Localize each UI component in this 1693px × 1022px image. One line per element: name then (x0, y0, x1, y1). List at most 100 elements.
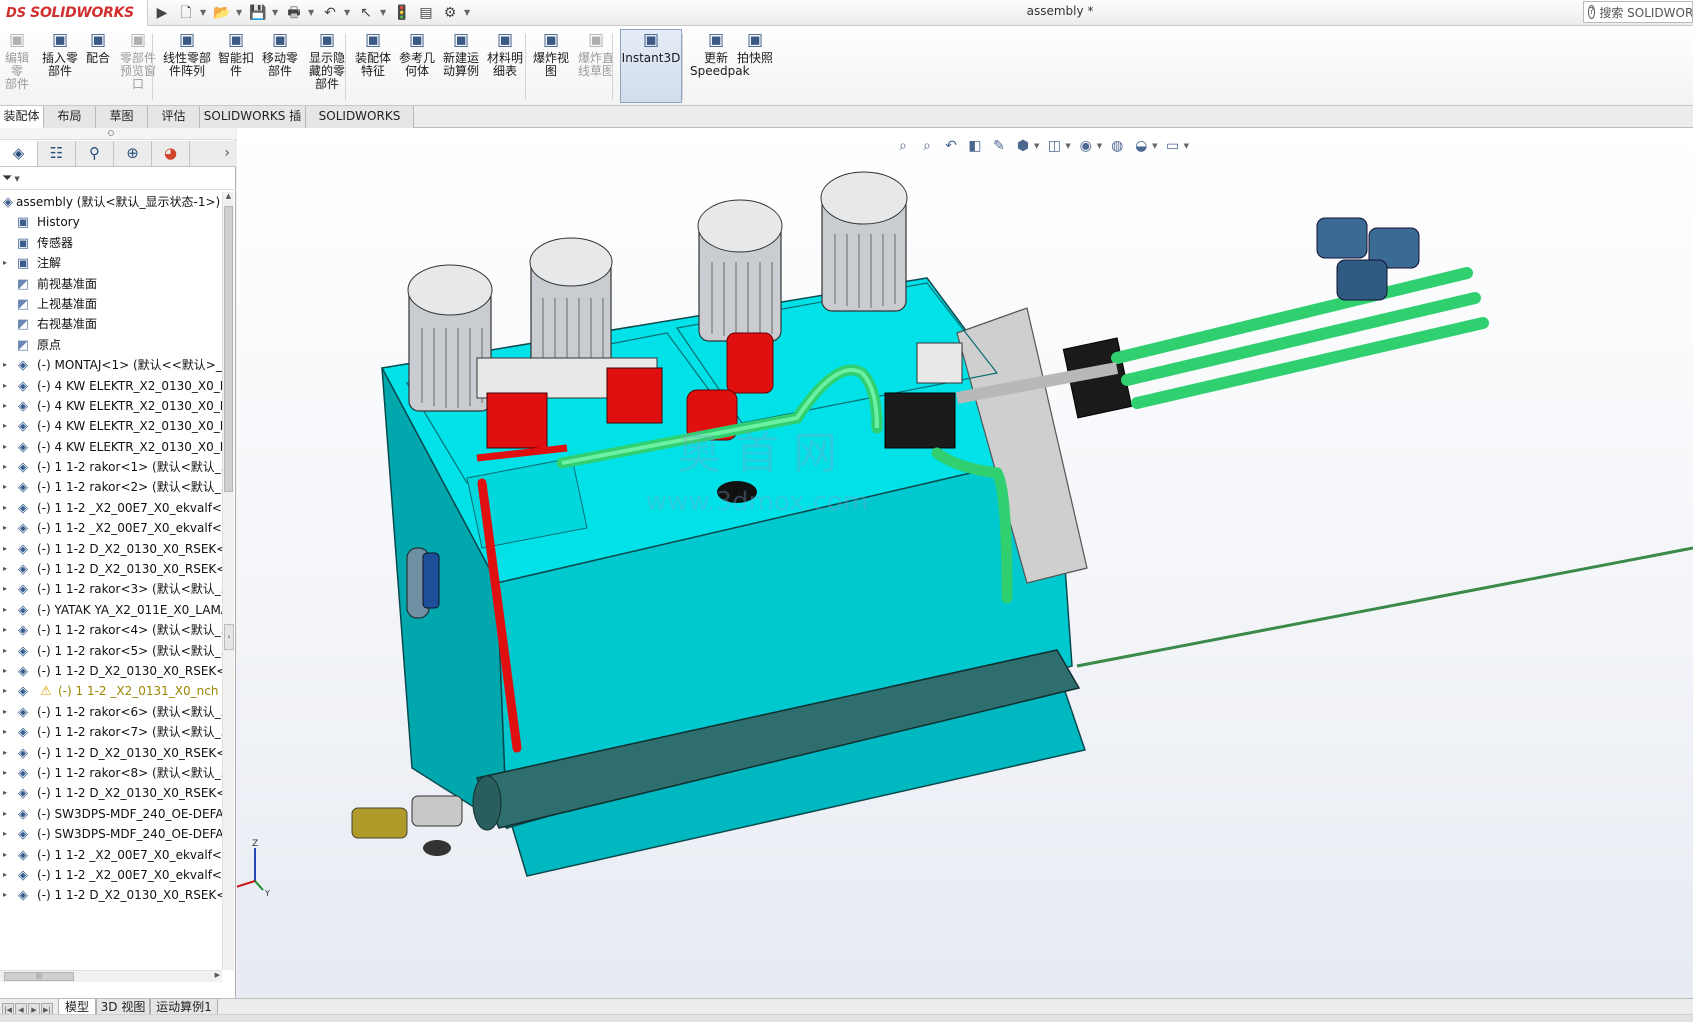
expand-arrow-icon[interactable]: ▸ (0, 804, 10, 824)
options-gear-icon[interactable]: ⚙ (440, 3, 460, 23)
expand-arrow-icon[interactable]: ▸ (0, 620, 10, 640)
expand-arrow-icon[interactable]: ▸ (0, 681, 10, 701)
expand-arrow-icon[interactable]: ▸ (0, 437, 10, 457)
expand-arrow-icon[interactable]: ▸ (0, 355, 10, 375)
ribbon-button-2[interactable]: ▣ 配合 (82, 30, 114, 65)
ribbon-button-1[interactable]: ▣ 插入零 部件 (40, 30, 80, 78)
expand-arrow-icon[interactable]: ▸ (0, 498, 10, 518)
open-folder-icon[interactable]: 📂 (212, 3, 232, 23)
solidworks-logo[interactable]: DS SOLIDWORKS (0, 0, 148, 26)
ribbon-button-10[interactable]: ▣ 新建运 动算例 (440, 30, 482, 78)
expand-arrow-icon[interactable]: ▸ (0, 824, 10, 844)
expand-arrow-icon[interactable]: ▸ (0, 253, 10, 273)
tree-item[interactable]: ▸ ◈ (-) SW3DPS-MDF_240_OE-DEFA (0, 804, 222, 824)
scrollbar-thumb[interactable] (224, 206, 233, 492)
ribbon-button-16[interactable]: ▣ 拍快照 (735, 30, 775, 65)
expand-arrow-icon[interactable]: ▸ (0, 376, 10, 396)
tree-filter[interactable]: ⏷ ▼ (0, 168, 236, 190)
scroll-up-icon[interactable]: ▲ (223, 192, 234, 204)
tree-item[interactable]: ▸ ◈ (-) 1 1-2 rakor<3> (默认<默认_5 (0, 579, 222, 599)
graphics-area[interactable]: ⌕ ⌕ ↶ ◧ ✎ ⬢ ▼ ◫ ▼ ◉ ▼ ◍ ◒ ▼ ▭ ▼ 奥 首 网 ww… (237, 128, 1693, 998)
ribbon-button-8[interactable]: ▣ 装配体 特征 (352, 30, 394, 78)
featuremanager-tab-icon[interactable]: ◈ (0, 141, 38, 166)
new-dropdown-icon[interactable]: ▼ (200, 3, 208, 23)
displaymanager-tab-icon[interactable]: ◕ (152, 141, 190, 166)
expand-arrow-icon[interactable]: ▸ (0, 783, 10, 803)
tree-item[interactable]: ▸ ◈ (-) 1 1-2 _X2_00E7_X0_ekvalf<1: (0, 498, 222, 518)
ribbon-button-14[interactable]: ▣ Instant3D (620, 29, 682, 103)
tree-item[interactable]: ◩ 原点 (0, 335, 222, 355)
assembly-3d-model[interactable]: 奥 首 网 www.3dmox.com (237, 128, 1693, 998)
tab-1[interactable]: 布局 (44, 106, 96, 128)
tree-vertical-scrollbar[interactable]: ▲ (222, 192, 234, 970)
tree-item[interactable]: ▸ ▣ 注解 (0, 253, 222, 273)
tree-item[interactable]: ▸ ◈ (-) 1 1-2 D_X2_0130_X0_RSEK<2 (0, 559, 222, 579)
expand-arrow-icon[interactable]: ▸ (0, 396, 10, 416)
ribbon-button-12[interactable]: ▣ 爆炸视图 (530, 30, 572, 78)
tree-item[interactable]: ▸ ◈ (-) 1 1-2 rakor<2> (默认<默认_5 (0, 477, 222, 497)
tree-item[interactable]: ▸ ◈ (-) SW3DPS-MDF_240_OE-DEFA (0, 824, 222, 844)
tree-item[interactable]: ◩ 前视基准面 (0, 274, 222, 294)
ribbon-button-5[interactable]: ▣ 智能扣件 (216, 30, 256, 78)
expand-arrow-icon[interactable]: ▸ (0, 579, 10, 599)
expand-arrow-icon[interactable]: ▸ (0, 641, 10, 661)
tree-horizontal-scrollbar[interactable]: ||| ▶ (0, 970, 222, 982)
rebuild-traffic-light-icon[interactable]: 🚦 (392, 3, 412, 23)
options-dropdown-icon[interactable]: ▼ (464, 3, 472, 23)
tree-item[interactable]: ▸ ◈ (-) 1 1-2 rakor<6> (默认<默认_5 (0, 702, 222, 722)
tree-item[interactable]: ▸ ◈ (-) MONTAJ<1> (默认<<默认>_ (0, 355, 222, 375)
hscroll-thumb[interactable]: ||| (4, 972, 74, 981)
expand-arrow-icon[interactable]: ▸ (0, 661, 10, 681)
new-document-icon[interactable]: 🗋 (176, 3, 196, 23)
expand-arrow-icon[interactable]: ▸ (0, 845, 10, 865)
save-dropdown-icon[interactable]: ▼ (272, 3, 280, 23)
save-icon[interactable]: 💾 (248, 3, 268, 23)
configurationmanager-tab-icon[interactable]: ⚲ (76, 141, 114, 166)
tree-item[interactable]: ▸ ◈ (-) 1 1-2 _X2_00E7_X0_ekvalf<2: (0, 518, 222, 538)
dimxpertmanager-tab-icon[interactable]: ⊕ (114, 141, 152, 166)
propertymanager-tab-icon[interactable]: ☷ (38, 141, 76, 166)
ribbon-button-9[interactable]: ▣ 参考几 何体 (396, 30, 438, 78)
tree-item[interactable]: ▸ ◈ (-) 1 1-2 rakor<1> (默认<默认_5 (0, 457, 222, 477)
tree-item[interactable]: ▸ ◈ (-) 1 1-2 D_X2_0130_X0_RSEK<3 (0, 661, 222, 681)
tab-3[interactable]: 评估 (148, 106, 200, 128)
panel-collapse-handle[interactable]: ‹ (224, 624, 234, 650)
tree-item[interactable]: ▸ ◈ (-) 1 1-2 _X2_00E7_X0_ekvalf<3: (0, 845, 222, 865)
expand-menu-icon[interactable]: ▶ (152, 3, 172, 23)
undo-icon[interactable]: ↶ (320, 3, 340, 23)
expand-arrow-icon[interactable]: ▸ (0, 743, 10, 763)
print-dropdown-icon[interactable]: ▼ (308, 3, 316, 23)
tree-item[interactable]: ▸ ◈ (-) 4 KW ELEKTR_X2_0130_X0_K (0, 396, 222, 416)
tree-item[interactable]: ◩ 上视基准面 (0, 294, 222, 314)
expand-arrow-icon[interactable]: ▸ (0, 539, 10, 559)
tree-root-assembly[interactable]: ◈ assembly (默认<默认_显示状态-1>) (0, 192, 222, 212)
expand-arrow-icon[interactable]: ▸ (0, 600, 10, 620)
tab-2[interactable]: 草图 (96, 106, 148, 128)
tree-item[interactable]: ▸ ◈ (-) 1 1-2 rakor<4> (默认<默认_5 (0, 620, 222, 640)
tree-item[interactable]: ▸ ◈ (-) 1 1-2 rakor<7> (默认<默认_5 (0, 722, 222, 742)
tree-item[interactable]: ▣ 传感器 (0, 233, 222, 253)
tree-item[interactable]: ▸ ◈ (-) 1 1-2 D_X2_0130_X0_RSEK<1 (0, 539, 222, 559)
print-icon[interactable]: 🖶 (284, 3, 304, 23)
expand-arrow-icon[interactable]: ▸ (0, 865, 10, 885)
select-pointer-icon[interactable]: ↖ (356, 3, 376, 23)
ribbon-button-13[interactable]: ▣ 爆炸直 线草图 (575, 30, 617, 78)
tree-item[interactable]: ◩ 右视基准面 (0, 314, 222, 334)
help-search[interactable]: ? 搜索 SOLIDWORKS (1583, 1, 1693, 23)
ribbon-button-0[interactable]: ▣ 编辑零 部件 (0, 30, 34, 91)
chevron-right-icon[interactable]: › (224, 141, 230, 166)
expand-arrow-icon[interactable]: ▸ (0, 702, 10, 722)
panel-splitter[interactable] (0, 128, 236, 140)
tree-item[interactable]: ▸ ◈ (-) 1 1-2 rakor<5> (默认<默认_5 (0, 641, 222, 661)
expand-arrow-icon[interactable]: ▸ (0, 518, 10, 538)
scroll-right-icon[interactable]: ▶ (215, 971, 220, 979)
tree-item[interactable]: ▸ ◈ (-) 1 1-2 D_X2_0130_X0_RSEK<4 (0, 743, 222, 763)
tree-item[interactable]: ▸ ◈ (-) 4 KW ELEKTR_X2_0130_X0_K (0, 416, 222, 436)
tree-item[interactable]: ▣ History (0, 212, 222, 232)
tree-item[interactable]: ▸ ◈ (-) 1 1-2 _X2_00E7_X0_ekvalf<4: (0, 865, 222, 885)
tree-item[interactable]: ▸ ◈ (-) 1 1-2 D_X2_0130_X0_RSEK<5 (0, 783, 222, 803)
expand-arrow-icon[interactable]: ▸ (0, 722, 10, 742)
expand-arrow-icon[interactable]: ▸ (0, 559, 10, 579)
tab-0[interactable]: 装配体 (0, 106, 44, 128)
tree-item[interactable]: ▸ ◈ ⚠ (-) 1 1-2 _X2_0131_X0_nch _ (0, 681, 222, 701)
